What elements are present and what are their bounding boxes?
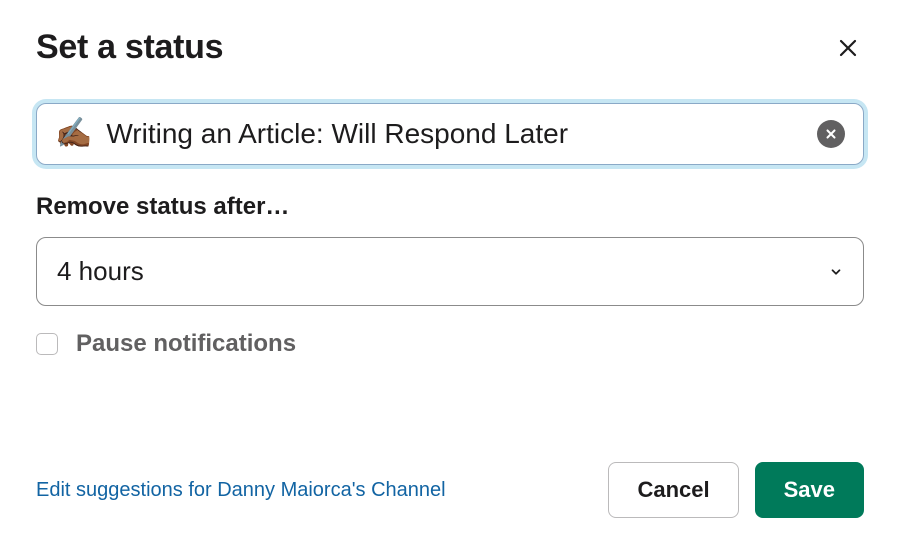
pause-notifications-checkbox[interactable] [36, 333, 58, 355]
duration-select[interactable]: 4 hours [36, 237, 864, 306]
clear-icon [824, 127, 838, 141]
close-icon [836, 36, 860, 60]
chevron-down-icon [829, 265, 843, 279]
status-text-input[interactable] [106, 118, 803, 150]
dialog-footer: Edit suggestions for Danny Maiorca's Cha… [36, 462, 864, 518]
pause-notifications-row: Pause notifications [36, 330, 864, 358]
duration-select-wrapper: 4 hours [36, 237, 864, 306]
clear-status-button[interactable] [817, 120, 845, 148]
cancel-button[interactable]: Cancel [608, 462, 738, 518]
footer-buttons: Cancel Save [608, 462, 864, 518]
edit-suggestions-link[interactable]: Edit suggestions for Danny Maiorca's Cha… [36, 479, 446, 502]
pause-notifications-label[interactable]: Pause notifications [76, 330, 296, 358]
save-button[interactable]: Save [755, 462, 864, 518]
dialog-title: Set a status [36, 28, 223, 67]
duration-selected-value: 4 hours [57, 256, 144, 287]
close-button[interactable] [832, 32, 864, 64]
status-emoji-picker[interactable]: ✍🏾 [55, 119, 92, 149]
duration-label: Remove status after… [36, 193, 864, 221]
dialog-header: Set a status [36, 28, 864, 67]
status-field[interactable]: ✍🏾 [36, 103, 864, 165]
